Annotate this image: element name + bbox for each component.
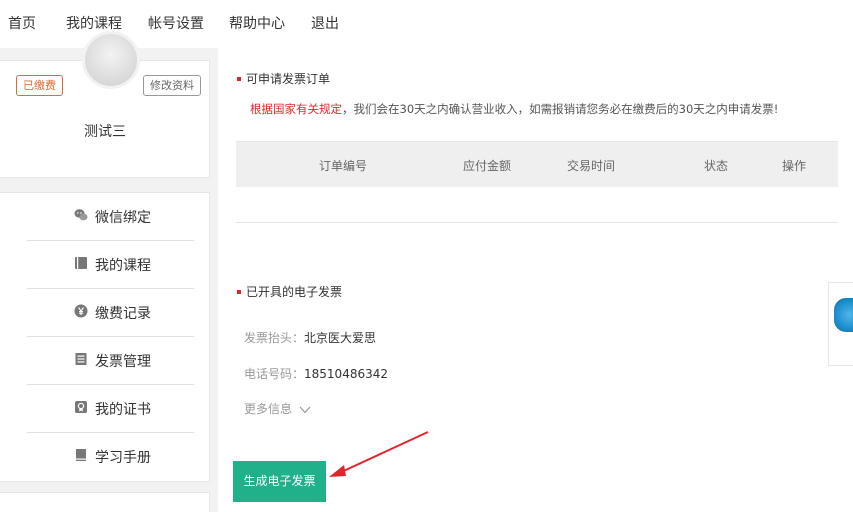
- edit-profile-button[interactable]: 修改资料: [143, 75, 201, 96]
- column-header: 应付金额: [463, 159, 512, 173]
- sidebar-item-label: 微信绑定: [95, 210, 151, 226]
- phone-value: 18510486342: [304, 367, 388, 381]
- issued-invoices-title-text: 已开具的电子发票: [246, 285, 343, 299]
- notice-text: ，我们会在30天之内确认营业收入，如需报销请您务必在缴费后的30天之内申请发票!: [342, 102, 779, 116]
- table-divider: [236, 222, 838, 223]
- invoice-list-icon: [74, 352, 88, 366]
- certificate-icon: [74, 400, 88, 414]
- online-service-icon: [834, 298, 853, 332]
- yen-coin-icon: [74, 304, 88, 318]
- column-header: 订单编号: [319, 159, 368, 173]
- sidebar-item-label: 缴费记录: [95, 306, 151, 322]
- sidebar-item-payment-records[interactable]: 缴费记录: [27, 289, 194, 337]
- nav-help-center[interactable]: 帮助中心: [229, 13, 285, 33]
- issued-invoices-title: 已开具的电子发票: [237, 283, 342, 300]
- wechat-icon: [74, 208, 88, 222]
- nav-logout[interactable]: 退出: [311, 13, 339, 33]
- column-header: 状态: [704, 159, 729, 173]
- book-icon: [74, 256, 88, 270]
- username: 测试三: [84, 124, 126, 140]
- sidebar-item-invoice-management[interactable]: 发票管理: [27, 337, 194, 385]
- orders-section-title: 可申请发票订单: [237, 70, 330, 87]
- generate-e-invoice-button[interactable]: 生成电子发票: [233, 461, 326, 502]
- nav-my-courses[interactable]: 我的课程: [66, 13, 122, 33]
- invoice-header-value: 北京医大爱思: [304, 331, 377, 345]
- sidebar-item-study-handbook[interactable]: 学习手册: [27, 433, 194, 481]
- phone-label: 电话号码：: [244, 367, 305, 381]
- invoice-notice: 根据国家有关规定，我们会在30天之内确认营业收入，如需报销请您务必在缴费后的30…: [250, 101, 778, 117]
- sidebar-item-label: 我的课程: [95, 258, 151, 274]
- paid-status-badge: 已缴费: [16, 75, 63, 96]
- phone-row: 电话号码：18510486342: [244, 365, 388, 382]
- red-bullet-icon: [237, 289, 241, 294]
- sidebar-item-wechat-binding[interactable]: 微信绑定: [27, 193, 194, 241]
- nav-home[interactable]: 首页: [8, 13, 36, 33]
- sidebar-item-label: 学习手册: [95, 450, 151, 466]
- profile-card: 已缴费 修改资料 测试三: [0, 31, 210, 178]
- sidebar-item-my-certificates[interactable]: 我的证书: [27, 385, 194, 433]
- orders-table-header: 订单编号 应付金额 交易时间 状态 操作: [236, 141, 838, 187]
- more-info-label: 更多信息: [244, 402, 293, 416]
- main-content: [218, 48, 853, 512]
- invoice-header-row: 发票抬头：北京医大爱思: [244, 329, 376, 346]
- more-info-toggle[interactable]: 更多信息: [244, 400, 311, 417]
- notice-highlight: 根据国家有关规定: [250, 102, 342, 116]
- handbook-icon: [74, 448, 88, 462]
- column-header: 操作: [782, 159, 807, 173]
- floating-service-widget[interactable]: [828, 282, 853, 366]
- sidebar-item-label: 我的证书: [95, 402, 151, 418]
- sidebar-menu: 微信绑定 我的课程 缴费记录 发票管理 我的证书 学习手册: [0, 192, 210, 482]
- sidebar-item-label: 发票管理: [95, 354, 151, 370]
- avatar: [82, 31, 140, 89]
- sidebar-item-my-courses[interactable]: 我的课程: [27, 241, 194, 289]
- nav-account-settings[interactable]: 帐号设置: [148, 13, 204, 33]
- red-bullet-icon: [237, 76, 241, 81]
- sidebar-bottom-card: [0, 492, 210, 512]
- column-header: 交易时间: [567, 159, 616, 173]
- chevron-down-icon: [299, 406, 311, 413]
- orders-section-title-text: 可申请发票订单: [246, 72, 331, 86]
- invoice-header-label: 发票抬头：: [244, 331, 305, 345]
